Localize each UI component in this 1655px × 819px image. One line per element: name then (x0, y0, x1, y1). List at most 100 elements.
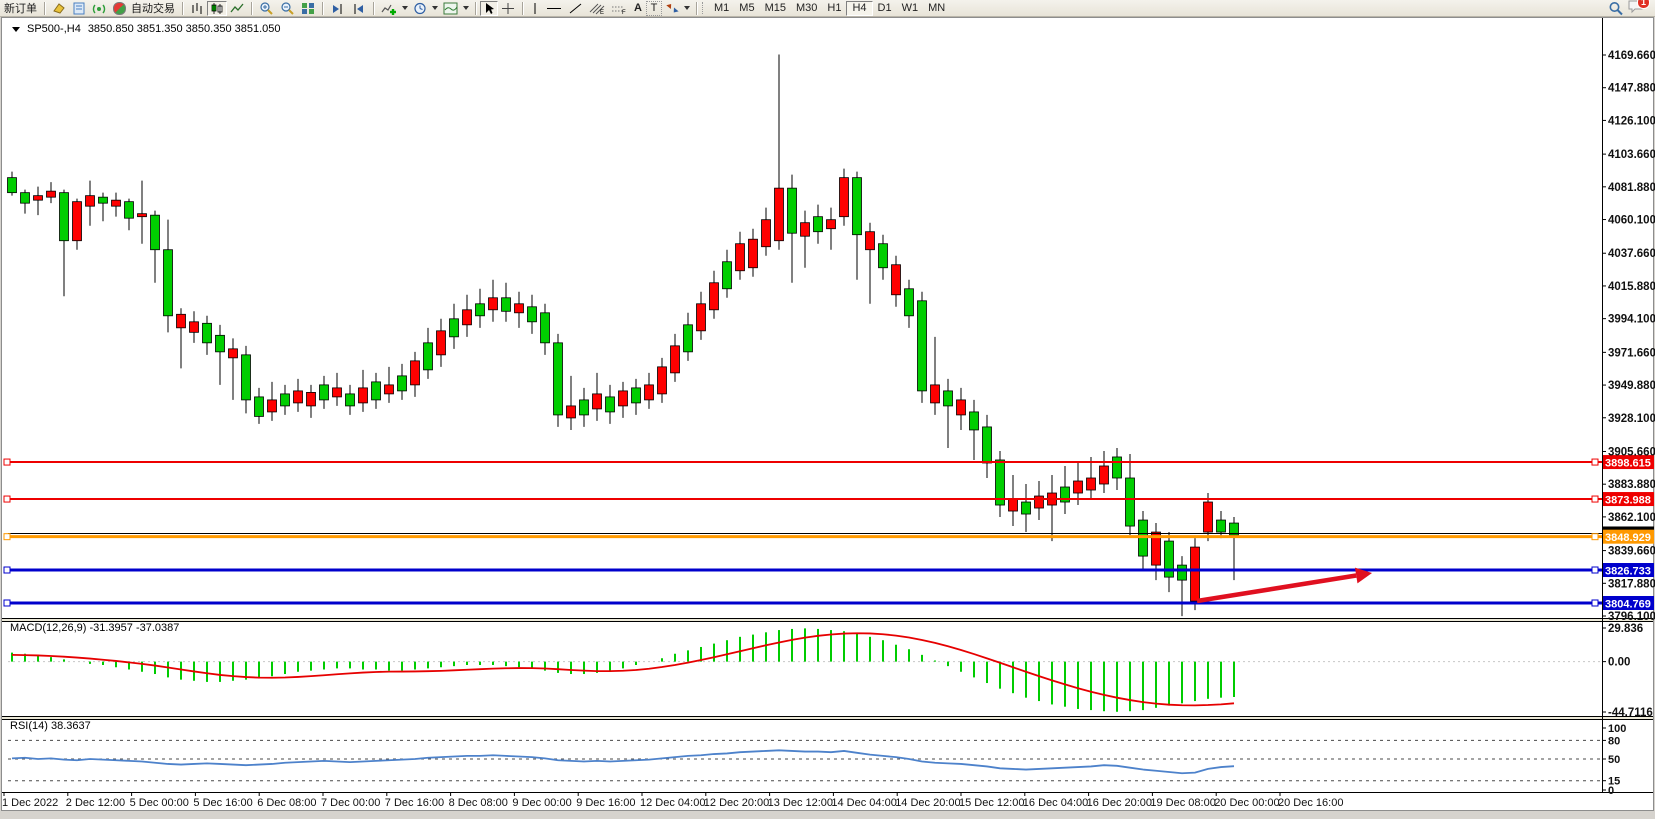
symbol-dropdown-icon[interactable] (12, 27, 20, 32)
price-tick-label: 3862.100 (1608, 512, 1655, 524)
candle-body (1022, 502, 1031, 514)
rsi-label: RSI(14) 38.3637 (10, 720, 91, 732)
price-tick-label: 3971.660 (1608, 347, 1655, 359)
add-indicator-icon[interactable] (378, 1, 400, 16)
auto-trading-icon (113, 2, 126, 15)
candle-body (918, 301, 927, 391)
chart-shift-icon[interactable] (348, 1, 369, 16)
price-tick-label: 4126.100 (1608, 115, 1655, 127)
candle-body (99, 197, 108, 203)
line-handle (1592, 459, 1598, 465)
candle-body (671, 346, 680, 373)
timeframe-h1[interactable]: H1 (822, 1, 846, 16)
candle-body (8, 178, 17, 193)
candle-body (138, 214, 147, 217)
timeframe-d1[interactable]: D1 (873, 1, 897, 16)
line-handle (1592, 567, 1598, 573)
timeframe-mn[interactable]: MN (923, 1, 950, 16)
candle-body (281, 394, 290, 406)
new-order-button[interactable]: 新订单 (1, 1, 40, 16)
vertical-line-tool-icon[interactable] (527, 1, 543, 16)
tile-windows-icon[interactable] (298, 1, 318, 16)
ohlc-values: 3850.850 3851.350 3850.350 3851.050 (88, 23, 281, 35)
signal-icon[interactable] (89, 1, 110, 16)
cursor-tool-icon[interactable] (480, 1, 498, 16)
price-tick-label: 4037.660 (1608, 248, 1655, 260)
label-tool-icon[interactable]: T (646, 1, 662, 16)
horizontal-line[interactable]: 3848.929 (4, 530, 1654, 545)
rsi-tick-label: 100 (1608, 723, 1626, 735)
candle-body (268, 400, 277, 412)
candle-body (86, 196, 95, 207)
styler-icon[interactable] (49, 1, 69, 16)
timeframe-m30[interactable]: M30 (791, 1, 822, 16)
candle-body (359, 388, 368, 403)
candle-body (398, 376, 407, 391)
zoom-out-icon[interactable] (277, 1, 298, 16)
toolbar-grip (702, 2, 706, 14)
time-tick-label: 9 Dec 16:00 (576, 797, 635, 809)
price-tick-label: 4060.100 (1608, 215, 1655, 227)
candle-body (372, 382, 381, 400)
template-dropdown-icon[interactable] (463, 6, 469, 10)
macd-pane: 29.8360.00-44.7116 (8, 623, 1653, 719)
crosshair-tool-icon[interactable] (498, 1, 518, 16)
candle-body (697, 304, 706, 331)
fibonacci-tool-icon[interactable]: E (586, 1, 608, 16)
timeframe-m5[interactable]: M5 (734, 1, 759, 16)
candle-body (1035, 496, 1044, 508)
horizontal-line[interactable]: 3898.615 (4, 455, 1654, 470)
horizontal-line-tool-icon[interactable] (543, 1, 565, 16)
toolbar-separator (522, 2, 523, 15)
candle-body (541, 313, 550, 343)
candle-body (567, 406, 576, 418)
candlestick-chart-icon[interactable] (207, 1, 227, 16)
price-line-badge-label: 3898.615 (1605, 458, 1651, 470)
candle-body (424, 343, 433, 370)
line-chart-icon[interactable] (227, 1, 247, 16)
search-icon[interactable] (1605, 1, 1627, 16)
price-tick-label: 4169.660 (1608, 50, 1655, 62)
periods-icon[interactable] (410, 1, 430, 16)
horizontal-line[interactable]: 3826.733 (4, 563, 1654, 578)
candle-body (762, 220, 771, 247)
macd-signal-line (12, 633, 1234, 705)
auto-scroll-icon[interactable] (327, 1, 348, 16)
arrows-tool-icon[interactable] (662, 1, 682, 16)
rsi-pane: 1008050150 (8, 723, 1626, 797)
template-icon[interactable] (440, 1, 461, 16)
trendline-tool-icon[interactable] (565, 1, 586, 16)
macd-label: MACD(12,26,9) -31.3957 -37.0387 (10, 622, 179, 634)
periods-dropdown-icon[interactable] (432, 6, 438, 10)
price-tick-label: 3949.880 (1608, 380, 1655, 392)
symbol-period-label: SP500-,H4 (27, 23, 81, 35)
data-window-icon[interactable] (69, 1, 89, 16)
timeframe-w1[interactable]: W1 (897, 1, 924, 16)
zoom-in-icon[interactable] (256, 1, 277, 16)
price-tick-label: 4147.880 (1608, 83, 1655, 95)
auto-trading-button[interactable]: 自动交易 (110, 1, 178, 16)
text-tool-icon[interactable]: A (630, 1, 646, 16)
horizontal-line[interactable]: 3873.988 (4, 492, 1654, 507)
timeframe-m15[interactable]: M15 (760, 1, 791, 16)
time-tick-label: 2 Dec 12:00 (66, 797, 125, 809)
candle-body (60, 193, 69, 241)
time-tick-label: 12 Dec 20:00 (704, 797, 769, 809)
arrows-dropdown-icon[interactable] (684, 6, 690, 10)
candle-body (307, 392, 316, 406)
toolbar-separator (251, 2, 252, 15)
bar-chart-icon[interactable] (187, 1, 207, 16)
channel-tool-icon[interactable]: F (608, 1, 630, 16)
trend-arrow-annotation[interactable] (1197, 568, 1372, 601)
line-handle (1592, 534, 1598, 540)
horizontal-line[interactable]: 3804.769 (4, 596, 1654, 611)
indicator-dropdown-icon[interactable] (402, 6, 408, 10)
time-tick-label: 16 Dec 04:00 (1023, 797, 1088, 809)
timeframe-m1[interactable]: M1 (709, 1, 734, 16)
timeframe-h4[interactable]: H4 (846, 1, 872, 16)
chart-canvas: 3898.615 3873.988 3848.929 3826.733 3804.769… (0, 0, 1655, 819)
notifications-button[interactable]: 1 (1627, 0, 1645, 17)
candle-body (1009, 499, 1018, 511)
macd-tick-label: 0.00 (1608, 657, 1630, 669)
candles (8, 54, 1239, 616)
